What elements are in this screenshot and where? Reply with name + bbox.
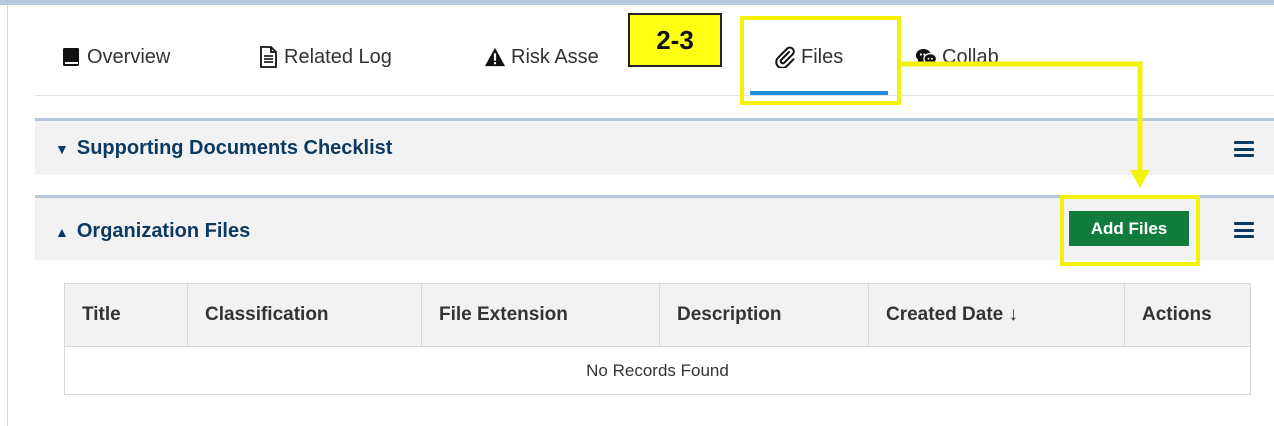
files-tab-highlight [740,16,901,105]
supporting-documents-panel: ▼ Supporting Documents Checklist [35,118,1274,175]
step-callout: 2-3 [628,13,722,67]
tab-label: Related Log [284,45,392,68]
tab-label: Risk Asse [511,45,599,68]
column-header-description[interactable]: Description [660,284,869,346]
tab-risk-assessment[interactable]: Risk Asse [484,40,599,74]
table-header: Title Classification File Extension Desc… [65,284,1250,347]
caret-down-icon: ▼ [55,140,69,157]
warning-icon [484,46,506,68]
add-files-highlight [1060,195,1200,266]
organization-files-toggle[interactable]: ▲ Organization Files [55,220,250,243]
book-icon [60,46,82,68]
column-header-file-extension[interactable]: File Extension [422,284,660,346]
tab-label: Overview [87,45,171,68]
top-border [0,0,1274,5]
tab-overview[interactable]: Overview [60,40,170,74]
document-icon [257,46,279,68]
tab-related-log[interactable]: Related Log [257,40,392,74]
tabs-divider [35,95,1274,96]
column-header-classification[interactable]: Classification [188,284,422,346]
tab-collab[interactable]: Collab [915,40,999,74]
supporting-documents-toggle[interactable]: ▼ Supporting Documents Checklist [55,137,392,160]
panel-title: Supporting Documents Checklist [76,137,393,159]
menu-icon[interactable] [1234,141,1254,157]
tab-label: Collab [942,45,999,68]
caret-up-icon: ▲ [55,223,69,240]
files-table: Title Classification File Extension Desc… [64,283,1251,395]
menu-icon[interactable] [1234,222,1254,238]
chat-bubbles-icon [915,46,937,68]
column-header-actions[interactable]: Actions [1125,284,1250,346]
panel-title: Organization Files [76,220,251,242]
column-header-created-date[interactable]: Created Date ↓ [869,284,1125,346]
column-header-title[interactable]: Title [65,284,188,346]
empty-message: No Records Found [586,360,729,380]
left-border [7,5,8,426]
